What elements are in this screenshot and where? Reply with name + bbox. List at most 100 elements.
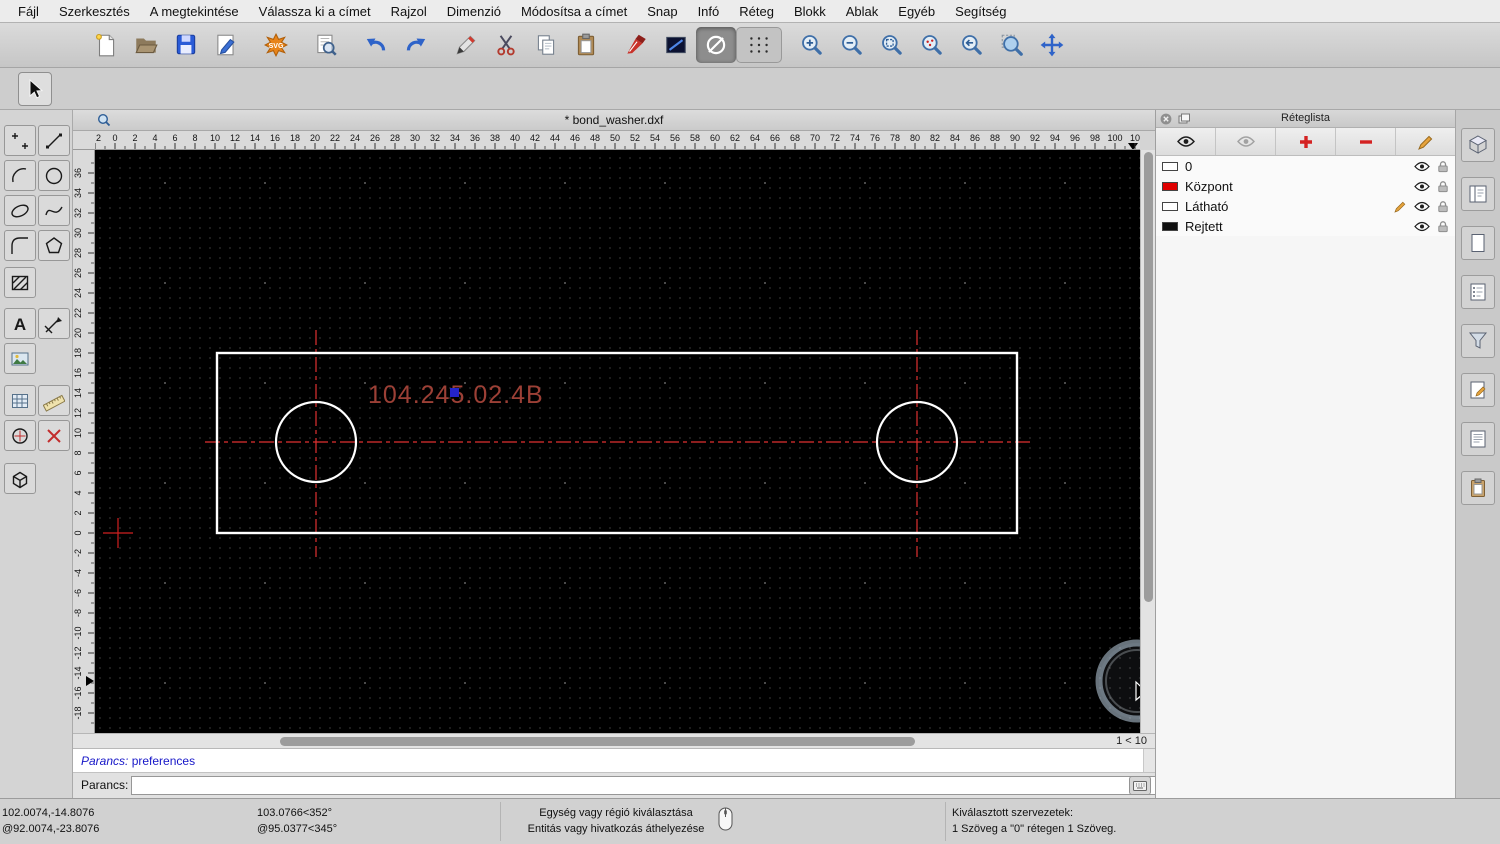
layer-visibility-toggle[interactable]	[1414, 201, 1430, 212]
line-attributes-button[interactable]	[656, 27, 696, 63]
layer-visibility-toggle[interactable]	[1414, 161, 1430, 172]
layer-row-Látható[interactable]: Látható	[1156, 196, 1455, 216]
add-layer-icon	[1299, 135, 1312, 148]
zoom-out-button[interactable]	[832, 27, 872, 63]
svg-text:14: 14	[73, 388, 83, 398]
menu-item-10[interactable]: Réteg	[729, 4, 784, 19]
menu-item-11[interactable]: Blokk	[784, 4, 836, 19]
circle-tool-button[interactable]	[696, 27, 736, 63]
command-history-scrollbar[interactable]	[1143, 749, 1155, 772]
zoom-selected-button[interactable]	[912, 27, 952, 63]
box3d-tool-button[interactable]	[4, 463, 36, 494]
dock-library-button[interactable]	[1461, 177, 1495, 211]
circle-draw-tool-button[interactable]	[38, 160, 70, 191]
svg-text:22: 22	[330, 133, 340, 143]
selection-status-title: Kiválasztott szervezetek:	[952, 807, 1074, 819]
canvas-vertical-scrollbar[interactable]	[1140, 150, 1155, 733]
ellipse-tool-button[interactable]	[4, 195, 36, 226]
layer-color-swatch[interactable]	[1162, 201, 1178, 211]
zoom-previous-button[interactable]	[952, 27, 992, 63]
zoom-in-button[interactable]	[792, 27, 832, 63]
undo-button[interactable]	[356, 27, 396, 63]
layer-lock-toggle[interactable]	[1437, 160, 1449, 173]
menu-item-9[interactable]: Infó	[688, 4, 730, 19]
point-tool-button[interactable]	[4, 125, 36, 156]
layer-visibility-toggle[interactable]	[1414, 221, 1430, 232]
pen-attributes-button[interactable]	[616, 27, 656, 63]
menu-item-8[interactable]: Snap	[637, 4, 687, 19]
line-tool-button[interactable]	[38, 125, 70, 156]
spline-tool-button[interactable]	[38, 195, 70, 226]
print-preview-button[interactable]	[306, 27, 346, 63]
menu-item-14[interactable]: Segítség	[945, 4, 1016, 19]
paste-button[interactable]	[566, 27, 606, 63]
redo-button[interactable]	[396, 27, 436, 63]
remove-layer-button[interactable]	[1336, 128, 1396, 155]
select-tool-button[interactable]	[18, 72, 52, 106]
layer-row-Központ[interactable]: Központ	[1156, 176, 1455, 196]
layer-color-swatch[interactable]	[1162, 181, 1178, 191]
layer-lock-toggle[interactable]	[1437, 220, 1449, 233]
dimension-tool-button[interactable]	[38, 308, 70, 339]
menu-item-12[interactable]: Ablak	[836, 4, 889, 19]
hatch-tool-button[interactable]	[4, 267, 36, 298]
pattern-tool-button[interactable]	[4, 385, 36, 416]
canvas-horizontal-scrollbar[interactable]: 1 < 10	[73, 733, 1155, 748]
circle-tool-icon	[706, 35, 726, 55]
hide-all-layers-button[interactable]	[1216, 128, 1276, 155]
menu-item-13[interactable]: Egyéb	[888, 4, 945, 19]
save-button[interactable]	[166, 27, 206, 63]
menu-item-6[interactable]: Dimenzió	[437, 4, 511, 19]
layer-color-swatch[interactable]	[1162, 161, 1178, 171]
polygon-tool-button[interactable]	[38, 230, 70, 261]
dock-layer-edit-button[interactable]	[1461, 373, 1495, 407]
arc-tool-button[interactable]	[4, 160, 36, 191]
dock-filter-button[interactable]	[1461, 324, 1495, 358]
layer-lock-toggle[interactable]	[1437, 180, 1449, 193]
layer-row-Rejtett[interactable]: Rejtett	[1156, 216, 1455, 236]
layer-visibility-toggle[interactable]	[1414, 181, 1430, 192]
edit-entity-button[interactable]	[446, 27, 486, 63]
cut-button[interactable]	[486, 27, 526, 63]
text-tool-button[interactable]: A	[4, 308, 36, 339]
dock-notes-button[interactable]	[1461, 422, 1495, 456]
dock-clipboard-button[interactable]	[1461, 471, 1495, 505]
open-file-button[interactable]	[126, 27, 166, 63]
polyline-tool-button[interactable]	[4, 230, 36, 261]
drawing-preferences-button[interactable]	[206, 27, 246, 63]
layer-color-swatch[interactable]	[1162, 221, 1178, 231]
menu-item-2[interactable]: Szerkesztés	[49, 4, 140, 19]
edit-layer-button[interactable]	[1396, 128, 1455, 155]
circle-center-tool-button[interactable]	[4, 420, 36, 451]
menu-item-1[interactable]: Fájl	[8, 4, 49, 19]
zoom-window-button[interactable]	[992, 27, 1032, 63]
new-file-button[interactable]	[86, 27, 126, 63]
copy-button[interactable]	[526, 27, 566, 63]
h-ruler: 2 0 2 4 6 8 10 12 14 16 18 20 22 24 26 28 30 32 34 36 38 40 42…	[95, 131, 1140, 150]
grid-toggle-button[interactable]	[736, 27, 782, 63]
hscroll-thumb[interactable]	[280, 737, 915, 746]
layer-lock-toggle[interactable]	[1437, 200, 1449, 213]
svg-text:98: 98	[1090, 133, 1100, 143]
measure-tool-button[interactable]	[38, 385, 70, 416]
zoom-auto-button[interactable]	[872, 27, 912, 63]
add-layer-button[interactable]	[1276, 128, 1336, 155]
show-all-layers-button[interactable]	[1156, 128, 1216, 155]
layer-row-0[interactable]: 0	[1156, 156, 1455, 176]
dock-block-list-button[interactable]	[1461, 275, 1495, 309]
menu-item-7[interactable]: Módosítsa a címet	[511, 4, 637, 19]
menu-item-4[interactable]: Válassza ki a címet	[249, 4, 381, 19]
command-input[interactable]	[131, 776, 1193, 795]
drawing-canvas[interactable]: 104.245.02.4B	[95, 150, 1179, 733]
command-keyboard-button[interactable]	[1129, 776, 1151, 795]
svg-export-button[interactable]: SVG	[256, 27, 296, 63]
delete-tool-button[interactable]	[38, 420, 70, 451]
dock-page-button[interactable]	[1461, 226, 1495, 260]
menu-item-5[interactable]: Rajzol	[381, 4, 437, 19]
image-tool-button[interactable]	[4, 343, 36, 374]
dock-3d-view-button[interactable]	[1461, 128, 1495, 162]
menu-item-3[interactable]: A megtekintése	[140, 4, 249, 19]
pan-button[interactable]	[1032, 27, 1072, 63]
mouse-hint-right: Entitás vagy hivatkozás áthelyezése	[527, 823, 705, 835]
vscroll-thumb[interactable]	[1144, 152, 1153, 602]
